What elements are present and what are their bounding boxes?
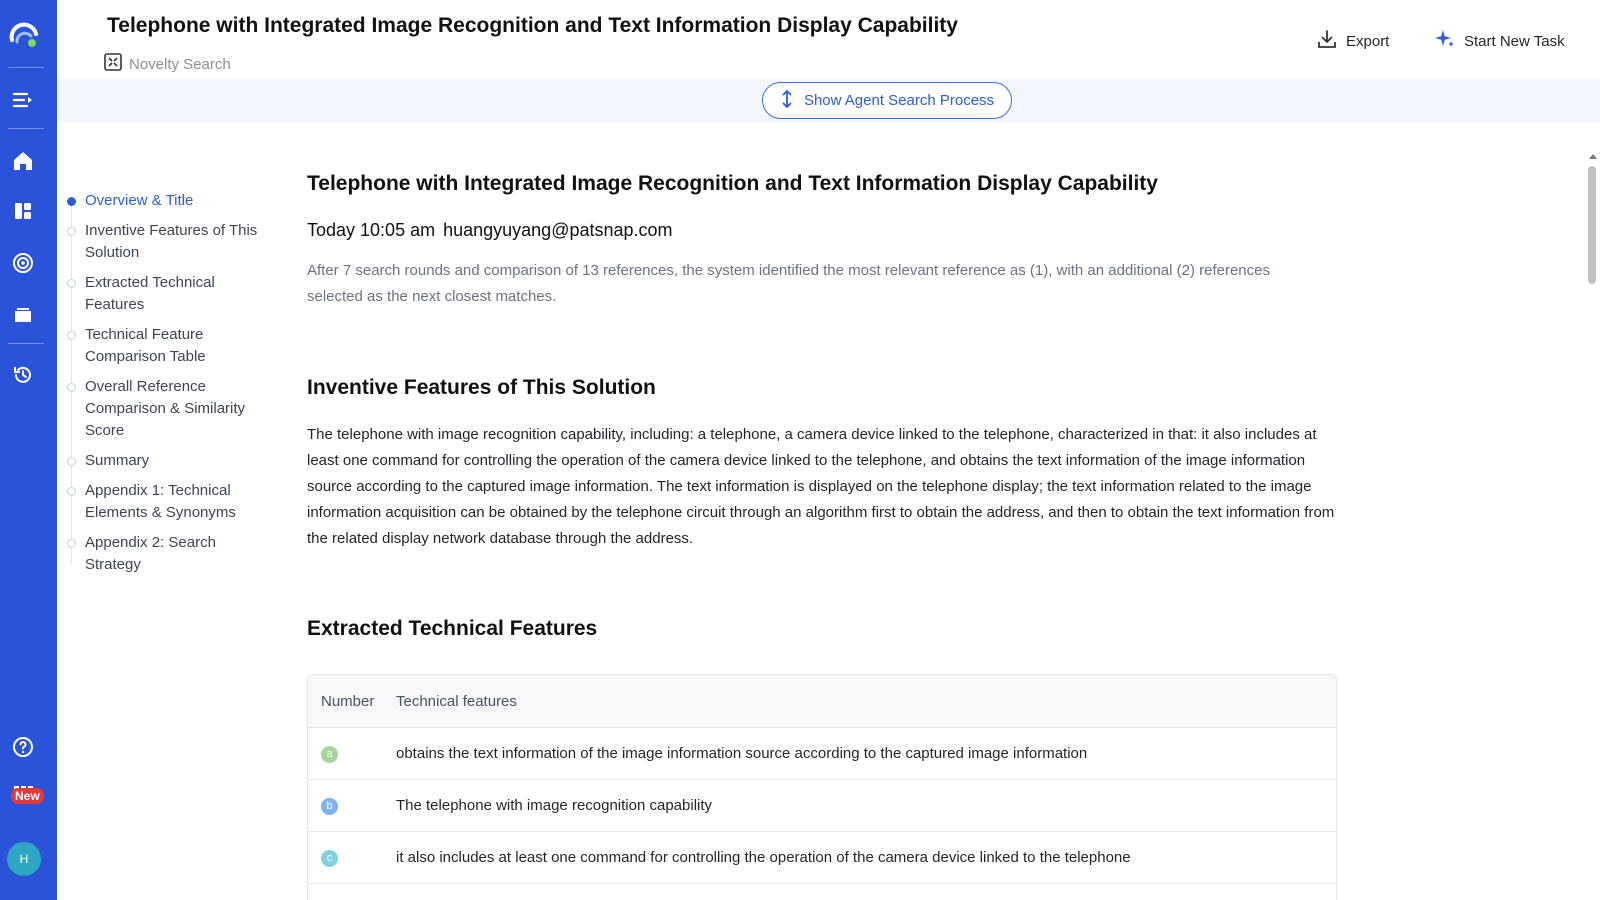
home-icon[interactable]: [10, 148, 36, 174]
agent-process-bar: Show Agent Search Process: [57, 79, 1600, 122]
toc-item-overview[interactable]: Overview & Title: [64, 190, 264, 212]
toc-dot: [67, 539, 76, 548]
scroll-up-arrow-icon[interactable]: [1589, 154, 1597, 159]
table-row: c it also includes at least one command …: [308, 832, 1336, 884]
toc-dot: [67, 227, 76, 236]
toc-item-label: Overall Reference Comparison & Similarit…: [85, 378, 245, 439]
toc-item-label: Overview & Title: [85, 192, 193, 209]
novelty-search-icon: [103, 52, 123, 76]
feature-text: it also includes at least one command fo…: [396, 849, 1336, 866]
table-row: b The telephone with image recognition c…: [308, 780, 1336, 832]
report-time: Today 10:05 am: [307, 220, 435, 240]
toc-dot: [67, 457, 76, 466]
toc-item-label: Inventive Features of This Solution: [85, 222, 257, 261]
table-row: [308, 884, 1336, 900]
start-new-task-label: Start New Task: [1464, 33, 1565, 50]
toc-dot: [67, 197, 76, 206]
download-icon: [1316, 28, 1338, 54]
technical-features-table: Number Technical features a obtains the …: [307, 674, 1337, 900]
section-inventive-features-text: The telephone with image recognition cap…: [307, 422, 1337, 552]
toc-item-appendix-1[interactable]: Appendix 1: Technical Elements & Synonym…: [64, 480, 264, 524]
new-badge: New: [11, 788, 44, 804]
logo-icon[interactable]: [9, 20, 39, 50]
report-meta: Today 10:05 am huangyuyang@patsnap.com: [307, 220, 673, 241]
toc-item-label: Summary: [85, 452, 149, 469]
report-user: huangyuyang@patsnap.com: [443, 220, 672, 240]
table-row: a obtains the text information of the im…: [308, 728, 1336, 780]
toc-item-extracted-features[interactable]: Extracted Technical Features: [64, 272, 264, 316]
help-icon[interactable]: [10, 734, 36, 760]
export-button[interactable]: Export: [1316, 28, 1389, 54]
page-subtitle: Novelty Search: [103, 52, 231, 76]
rail-divider: [8, 128, 44, 129]
header-technical-features: Technical features: [396, 693, 1336, 710]
avatar[interactable]: H: [7, 842, 41, 876]
toc-item-label: Appendix 2: Search Strategy: [85, 534, 216, 573]
toc-dot: [67, 487, 76, 496]
toc-item-inventive-features[interactable]: Inventive Features of This Solution: [64, 220, 264, 264]
report-title: Telephone with Integrated Image Recognit…: [307, 172, 1158, 196]
radar-icon[interactable]: [10, 250, 36, 276]
toc-dot: [67, 331, 76, 340]
feature-letter-badge: c: [321, 850, 338, 867]
expand-vertical-icon: [780, 90, 794, 112]
folder-icon[interactable]: [10, 302, 36, 328]
toc-dot: [67, 383, 76, 392]
show-agent-search-process-button[interactable]: Show Agent Search Process: [762, 82, 1012, 119]
sparkle-icon: [1434, 28, 1456, 54]
header-number: Number: [308, 693, 396, 710]
feature-text: The telephone with image recognition cap…: [396, 797, 1336, 814]
toc-item-summary[interactable]: Summary: [64, 450, 264, 472]
dashboard-icon[interactable]: [10, 198, 36, 224]
section-inventive-features-title: Inventive Features of This Solution: [307, 376, 656, 400]
toc-item-label: Extracted Technical Features: [85, 274, 215, 313]
feature-text: obtains the text information of the imag…: [396, 745, 1336, 762]
export-label: Export: [1346, 33, 1389, 50]
feature-letter-badge: a: [321, 746, 338, 763]
menu-expand-icon[interactable]: [10, 87, 36, 113]
toc-item-label: Appendix 1: Technical Elements & Synonym…: [85, 482, 236, 521]
history-icon[interactable]: [10, 362, 36, 388]
toc-item-label: Technical Feature Comparison Table: [85, 326, 206, 365]
sidebar-rail: New H: [0, 0, 57, 900]
toc-item-similarity-score[interactable]: Overall Reference Comparison & Similarit…: [64, 376, 264, 442]
agent-button-label: Show Agent Search Process: [804, 92, 994, 109]
scrollbar-thumb[interactable]: [1588, 166, 1596, 284]
toc-item-appendix-2[interactable]: Appendix 2: Search Strategy: [64, 532, 264, 576]
section-extracted-features-title: Extracted Technical Features: [307, 617, 597, 641]
subtitle-text: Novelty Search: [129, 56, 231, 73]
feature-letter-badge: b: [321, 798, 338, 815]
search-summary: After 7 search rounds and comparison of …: [307, 258, 1307, 310]
page-title: Telephone with Integrated Image Recognit…: [107, 14, 958, 38]
table-header: Number Technical features: [308, 675, 1336, 728]
rail-divider: [8, 67, 44, 68]
start-new-task-button[interactable]: Start New Task: [1434, 28, 1565, 54]
rail-divider: [8, 343, 44, 344]
toc-item-comparison-table[interactable]: Technical Feature Comparison Table: [64, 324, 264, 368]
table-of-contents: Overview & Title Inventive Features of T…: [64, 190, 264, 576]
toc-dot: [67, 279, 76, 288]
